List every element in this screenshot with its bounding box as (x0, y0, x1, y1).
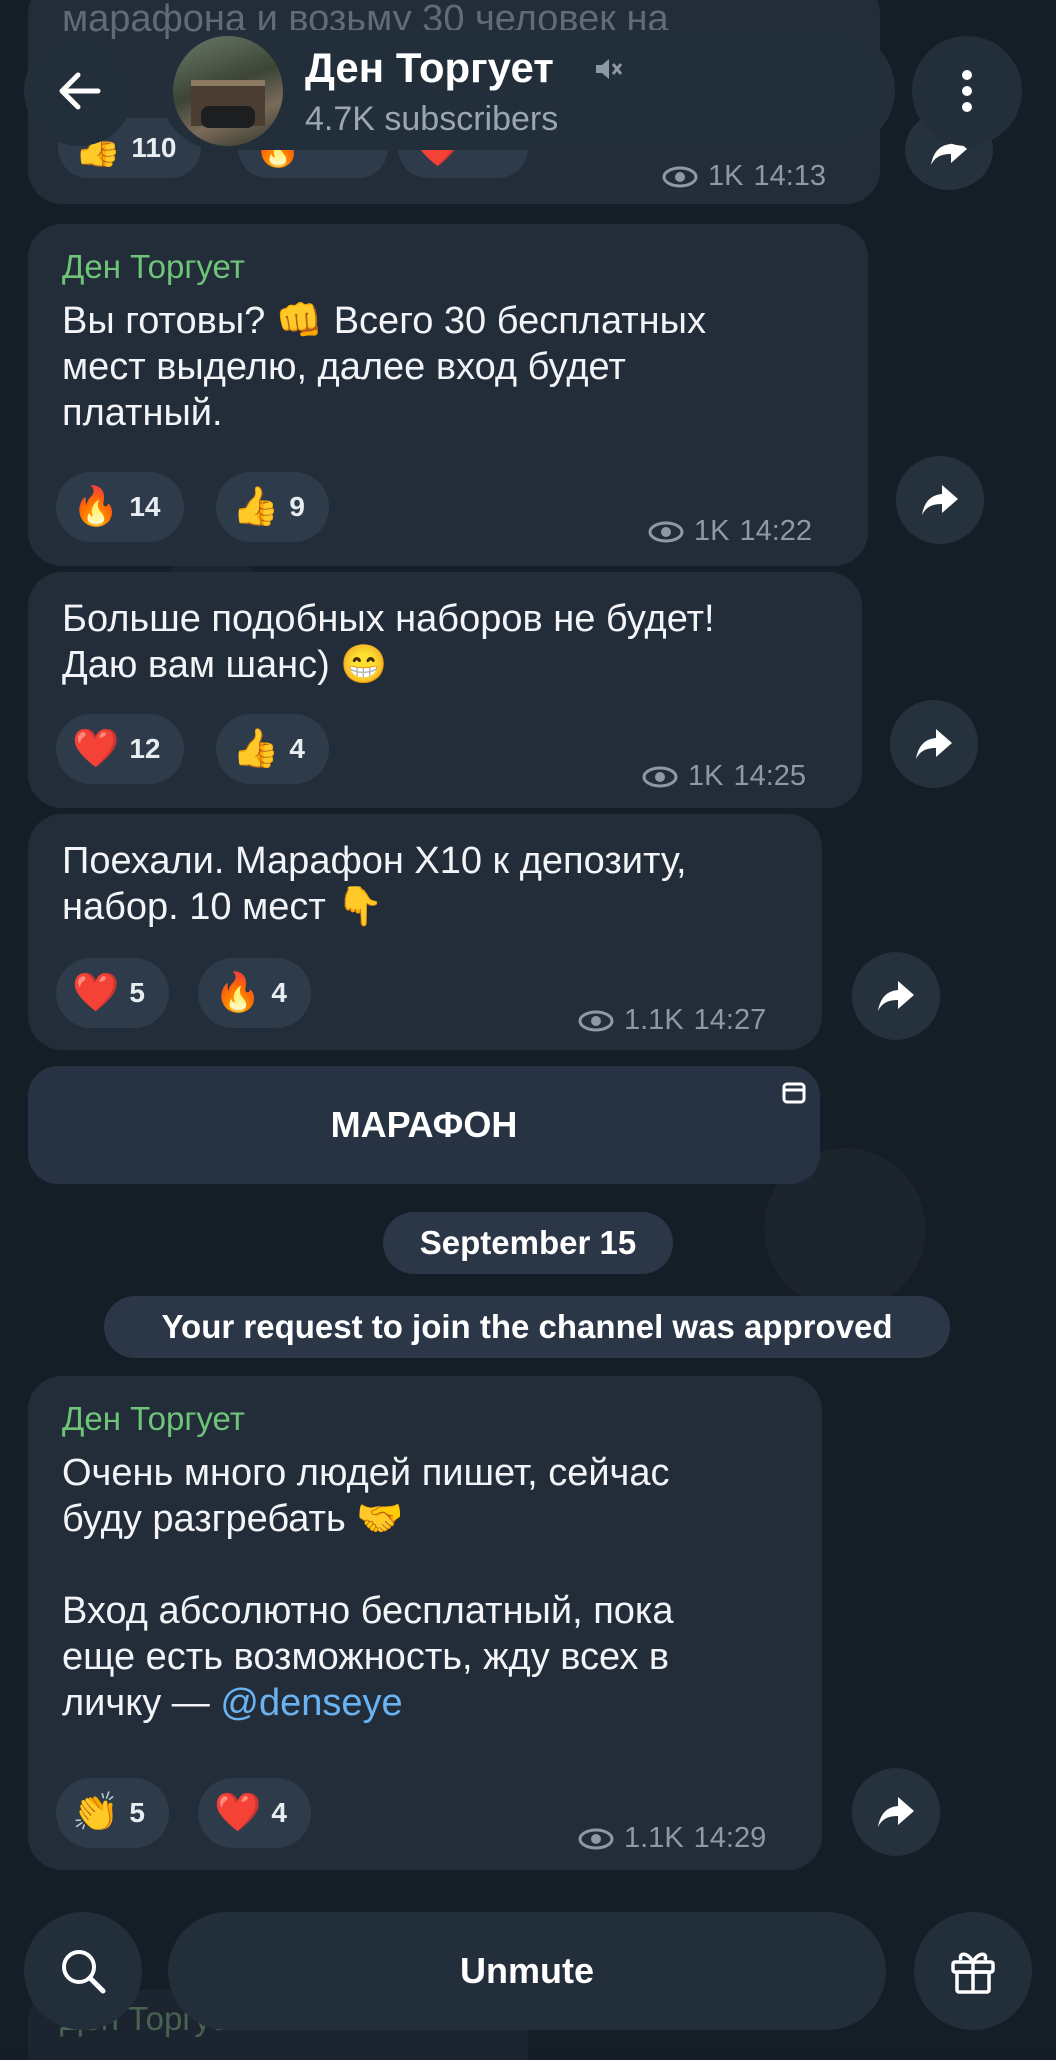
share-button[interactable] (852, 952, 940, 1040)
reaction-chip[interactable]: 👏 5 (56, 1778, 169, 1848)
message-text: Очень много людей пишет, сейчас буду раз… (62, 1452, 674, 1724)
marathon-button-label: МАРАФОН (330, 1104, 518, 1145)
search-button[interactable] (24, 1912, 142, 2030)
message-text: Поехали. Марафон Х10 к депозиту, набор. … (62, 840, 687, 928)
arrow-left-icon (59, 72, 101, 110)
date-separator: September 15 (383, 1212, 673, 1274)
gift-icon (951, 1952, 995, 1994)
mention-link[interactable]: @denseye (220, 1682, 402, 1724)
more-options-button[interactable] (912, 36, 1022, 146)
reaction-chip[interactable]: 🔥 4 (198, 958, 311, 1028)
message-author[interactable]: Ден Торгует (62, 248, 245, 286)
share-arrow-icon (916, 729, 952, 759)
message-meta: 1.1K 14:29 (578, 1822, 766, 1855)
eye-icon (578, 1828, 614, 1849)
message-meta: 1K 14:25 (642, 760, 806, 793)
subscriber-count: 4.7K subscribers (305, 100, 559, 138)
eye-icon (642, 766, 678, 787)
share-arrow-icon (878, 1797, 914, 1827)
service-message: Your request to join the channel was app… (104, 1296, 950, 1358)
share-button[interactable] (852, 1768, 940, 1856)
channel-avatar[interactable] (173, 36, 283, 146)
share-button[interactable] (896, 456, 984, 544)
message-text: Вы готовы? 👊 Всего 30 бесплатных мест вы… (62, 300, 706, 434)
share-arrow-icon (878, 981, 914, 1011)
gift-button[interactable] (914, 1912, 1032, 2030)
more-vertical-icon (962, 70, 972, 112)
eye-icon (648, 521, 684, 542)
share-button[interactable] (890, 700, 978, 788)
marathon-inline-button[interactable]: МАРАФОН (28, 1066, 820, 1184)
message-text: Больше подобных наборов не будет! Даю ва… (62, 598, 715, 686)
message-author[interactable]: Ден Торгует (62, 1400, 245, 1438)
reaction-chip[interactable]: 👍 4 (216, 714, 329, 784)
reaction-chip[interactable]: ❤️ 4 (198, 1778, 311, 1848)
reaction-chip[interactable]: 👍 9 (216, 472, 329, 542)
message-meta: 1K 14:22 (648, 515, 812, 548)
reaction-chip[interactable]: 🔥 14 (56, 472, 185, 542)
channel-title: Ден Торгует (305, 44, 554, 91)
share-arrow-icon (922, 485, 958, 515)
unmute-button[interactable]: Unmute (168, 1912, 886, 2030)
search-icon (62, 1950, 106, 1994)
eye-icon (578, 1010, 614, 1031)
top-bar: Ден Торгует 4.7K subscribers (0, 0, 1056, 210)
message-meta: 1.1K 14:27 (578, 1004, 766, 1037)
open-window-icon (782, 1082, 806, 1104)
unmute-label: Unmute (460, 1950, 594, 1991)
reaction-chip[interactable]: ❤️ 5 (56, 958, 169, 1028)
reaction-chip[interactable]: ❤️ 12 (56, 714, 185, 784)
back-button[interactable] (24, 36, 134, 146)
muted-speaker-icon (596, 59, 623, 79)
